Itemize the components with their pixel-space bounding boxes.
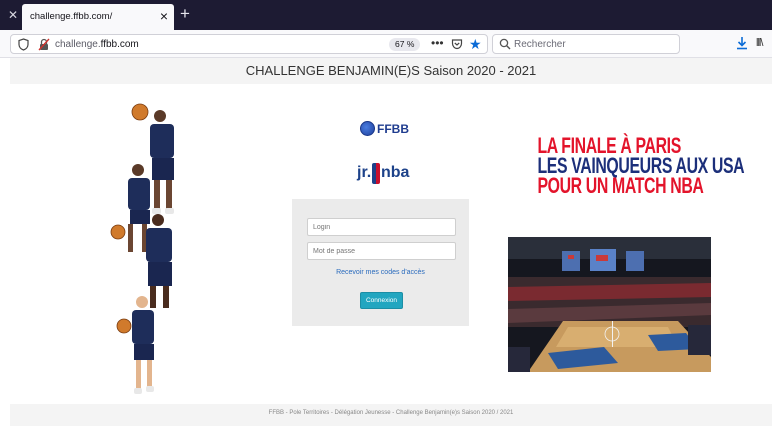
basketball-icon <box>360 121 375 136</box>
receive-codes-link[interactable]: Recevoir mes codes d'accès <box>292 269 469 276</box>
promo-banner: LA FINALE À PARIS LES VAINQUEURS AUX USA… <box>537 135 744 198</box>
search-icon <box>499 38 511 50</box>
url-prefix: challenge. <box>55 39 101 50</box>
jr-nba-logo-jr: jr. <box>357 164 372 181</box>
footer-text: FFBB - Pole Territoires - Délégation Jeu… <box>268 410 514 416</box>
page-footer: FFBB - Pole Territoires - Délégation Jeu… <box>10 404 772 426</box>
tab-title: challenge.ffbb.com/ <box>30 11 113 22</box>
players-illustration <box>110 103 174 394</box>
tab-close-icon[interactable]: × <box>160 8 168 24</box>
page-title: CHALLENGE BENJAMIN(E)S Saison 2020 - 202… <box>245 63 537 78</box>
download-icon[interactable] <box>736 36 748 50</box>
insecure-lock-icon[interactable] <box>38 38 50 51</box>
zoom-badge[interactable]: 67 % <box>389 38 421 51</box>
arena-photo <box>508 237 711 372</box>
login-panel: Recevoir mes codes d'accès Connexion <box>292 199 469 326</box>
url-bar[interactable]: challenge.ffbb.com 67 % ••• ★ <box>10 34 488 54</box>
promo-line-3: POUR UN MATCH NBA <box>537 173 704 198</box>
password-input[interactable] <box>307 242 456 260</box>
navigation-bar: challenge.ffbb.com 67 % ••• ★ Rechercher <box>0 30 772 58</box>
browser-tab[interactable]: challenge.ffbb.com/ × <box>22 4 174 30</box>
library-icon[interactable]: lll\ <box>756 37 763 49</box>
tab-strip: ✕ challenge.ffbb.com/ × + <box>0 0 772 30</box>
jr-nba-logo: jr. nba <box>357 162 411 186</box>
connexion-button[interactable]: Connexion <box>360 292 403 309</box>
url-domain: ffbb.com <box>100 39 139 50</box>
nba-logo-icon <box>372 163 380 184</box>
page-actions-menu-icon[interactable]: ••• <box>431 36 444 50</box>
star-icon[interactable]: ★ <box>469 36 482 52</box>
search-placeholder: Rechercher <box>514 39 566 50</box>
search-bar[interactable]: Rechercher <box>492 34 680 54</box>
page-header: CHALLENGE BENJAMIN(E)S Saison 2020 - 202… <box>10 58 772 84</box>
ffbb-logo-text: FFBB <box>377 122 409 136</box>
new-tab-plus-icon[interactable]: + <box>176 5 194 23</box>
url-text[interactable]: challenge.ffbb.com <box>55 39 139 50</box>
pocket-icon[interactable] <box>451 38 463 50</box>
jr-nba-logo-nba: nba <box>381 164 410 181</box>
close-icon[interactable]: ✕ <box>8 8 18 22</box>
shield-icon[interactable] <box>18 38 29 51</box>
login-input[interactable] <box>307 218 456 236</box>
